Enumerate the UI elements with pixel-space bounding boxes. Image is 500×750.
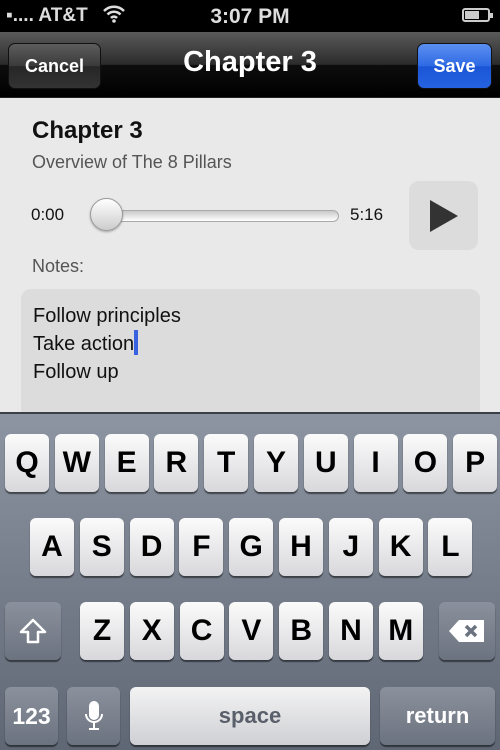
progress-slider-track[interactable] (92, 210, 339, 222)
shift-icon (19, 618, 47, 644)
key-e[interactable]: E (104, 434, 149, 492)
key-o[interactable]: O (403, 434, 448, 492)
return-key[interactable]: return (380, 687, 495, 745)
key-z[interactable]: Z (80, 602, 124, 660)
text-caret (134, 330, 139, 355)
space-key[interactable]: space (130, 687, 370, 745)
microphone-icon (84, 701, 103, 730)
key-j[interactable]: J (328, 518, 373, 576)
key-h[interactable]: H (279, 518, 323, 576)
key-n[interactable]: N (329, 602, 373, 660)
navigation-bar: Cancel Chapter 3 Save (0, 32, 500, 98)
key-x[interactable]: X (129, 602, 174, 660)
key-t[interactable]: T (204, 434, 249, 492)
chapter-detail: Chapter 3 Overview of The 8 Pillars 0:00… (0, 99, 500, 419)
key-a[interactable]: A (30, 518, 74, 576)
current-time: 0:00 (31, 205, 65, 224)
chapter-title: Chapter 3 (32, 117, 143, 144)
play-button[interactable] (409, 181, 478, 250)
key-w[interactable]: W (54, 434, 99, 492)
progress-slider-thumb[interactable] (90, 198, 123, 231)
notes-label: Notes: (32, 256, 85, 276)
key-l[interactable]: L (428, 518, 473, 576)
key-i[interactable]: I (353, 434, 398, 492)
key-k[interactable]: K (378, 518, 423, 576)
key-u[interactable]: U (303, 434, 348, 492)
notes-line: Follow principles (33, 305, 181, 327)
numbers-key[interactable]: 123 (5, 687, 58, 745)
notes-line: Follow up (33, 361, 119, 383)
notes-line: Take action (33, 333, 135, 355)
chapter-subtitle: Overview of The 8 Pillars (32, 152, 232, 172)
key-b[interactable]: B (279, 602, 324, 660)
dictation-key[interactable] (67, 687, 120, 745)
key-g[interactable]: G (229, 518, 274, 576)
key-q[interactable]: Q (5, 434, 49, 492)
key-c[interactable]: C (179, 602, 224, 660)
key-v[interactable]: V (229, 602, 274, 660)
clock: 3:07 PM (210, 5, 290, 28)
duration: 5:16 (350, 205, 384, 224)
backspace-icon (449, 620, 484, 642)
key-s[interactable]: S (79, 518, 124, 576)
shift-key[interactable] (5, 602, 61, 660)
key-r[interactable]: R (154, 434, 199, 492)
key-p[interactable]: P (453, 434, 498, 492)
backspace-key[interactable] (439, 602, 495, 660)
key-f[interactable]: F (179, 518, 224, 576)
battery-icon (462, 8, 493, 22)
notes-textarea[interactable]: Follow principles Take action Follow up (21, 289, 480, 419)
keyboard: 123 space return QWERTYUIOP ASDFGHJKL ZXCV… (0, 412, 500, 750)
save-button[interactable]: Save (417, 43, 492, 89)
key-m[interactable]: M (378, 602, 423, 660)
key-d[interactable]: D (129, 518, 174, 576)
notes-line-with-caret: Take action (33, 330, 468, 358)
status-bar: ▪.... AT&T 3:07 PM (0, 0, 500, 32)
key-y[interactable]: Y (254, 434, 298, 492)
